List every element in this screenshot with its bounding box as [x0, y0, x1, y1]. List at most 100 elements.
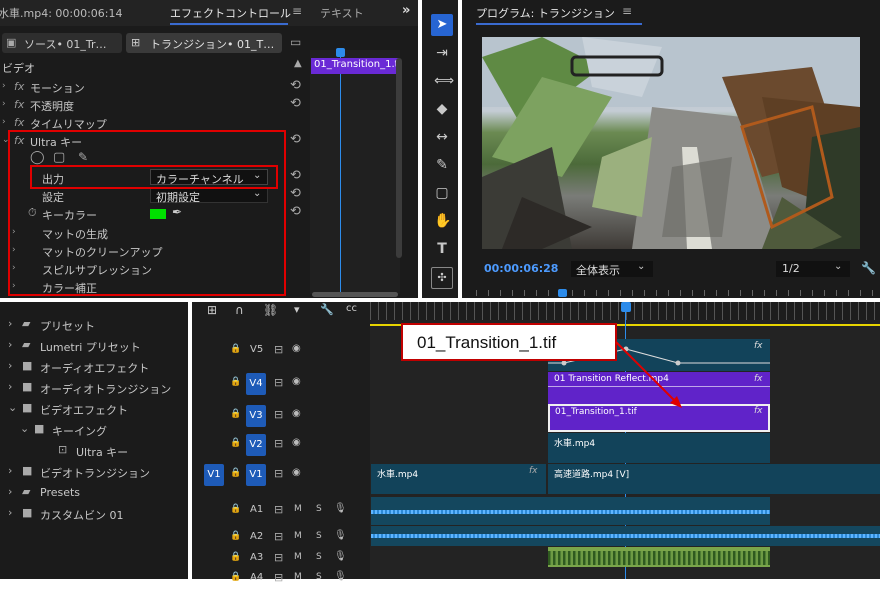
solo-button[interactable]: S — [316, 504, 322, 514]
chevron-right-icon[interactable]: › — [8, 317, 12, 330]
tree-item[interactable]: ⌄ ■ キーイング — [0, 421, 188, 439]
eye-icon[interactable]: ◉ — [292, 376, 301, 387]
source-monitor-tab[interactable]: 水車.mp4: 00:00:06:14 — [0, 5, 123, 21]
zoom-dropdown[interactable]: 全体表示 ⌄ — [571, 261, 653, 277]
tree-item[interactable]: › ▰ Lumetri プリセット — [0, 337, 188, 355]
reset-icon[interactable]: ⟲ — [290, 78, 301, 93]
lock-icon[interactable]: 🔒 — [230, 572, 241, 582]
sequence-clip-selector[interactable]: ⊞ トランジション• 01_T… — [126, 33, 282, 53]
lock-icon[interactable]: 🔒 — [230, 531, 241, 541]
marker-icon[interactable]: ▾ — [294, 303, 300, 316]
clip-v2[interactable]: 水車.mp4 — [548, 433, 770, 463]
eye-icon[interactable]: ◉ — [292, 343, 301, 354]
track-target-button[interactable]: V3 — [246, 405, 266, 427]
eye-icon[interactable]: ◉ — [292, 467, 301, 478]
microphone-icon[interactable]: 🎙 — [334, 571, 347, 582]
sync-lock-icon[interactable]: ⊟ — [274, 437, 283, 450]
track-target-button[interactable]: V4 — [246, 373, 266, 395]
sync-lock-icon[interactable]: ⊟ — [274, 503, 283, 516]
sync-lock-icon[interactable]: ⊟ — [274, 551, 283, 564]
reset-icon[interactable]: ⟲ — [290, 132, 301, 147]
sync-lock-icon[interactable]: ⊟ — [274, 376, 283, 389]
chevron-down-icon[interactable]: ⌄ — [8, 401, 17, 414]
sync-lock-icon[interactable]: ⊟ — [274, 467, 283, 480]
track-target-button[interactable]: V2 — [246, 434, 266, 456]
linked-selection-icon[interactable]: ⛓ — [263, 303, 278, 317]
chevron-right-icon[interactable]: › — [8, 506, 12, 519]
chevron-right-icon[interactable]: › — [8, 464, 12, 477]
track-target-button[interactable]: V1 — [246, 464, 266, 486]
track-target-button[interactable]: A2 — [250, 531, 263, 542]
microphone-icon[interactable]: 🎙 — [334, 530, 347, 541]
track-target-button[interactable]: A3 — [250, 552, 263, 563]
audio-clip-a2[interactable] — [371, 526, 880, 546]
mini-playhead-marker[interactable] — [336, 48, 345, 57]
selection-tool-button[interactable]: ➤ — [431, 14, 453, 36]
mute-button[interactable]: M — [294, 531, 302, 541]
clip-v1-left[interactable]: 水車.mp4 fx — [371, 464, 546, 494]
audio-clip-a3[interactable] — [548, 547, 770, 567]
reset-icon[interactable]: ⟲ — [290, 186, 301, 201]
tree-item[interactable]: › ■ オーディオトランジション — [0, 379, 188, 397]
program-playhead[interactable] — [558, 289, 567, 297]
tree-item[interactable]: › ▰ プリセット — [0, 316, 188, 334]
sync-lock-icon[interactable]: ⊟ — [274, 571, 283, 584]
panel-layout-icon[interactable]: ▭ — [290, 35, 301, 49]
sync-lock-icon[interactable]: ⊟ — [274, 343, 283, 356]
hand-tool-icon[interactable]: ✋ — [434, 213, 451, 229]
track-target-button[interactable]: A1 — [250, 504, 263, 515]
effect-controls-tab[interactable]: エフェクトコントロール — [170, 5, 291, 21]
wrench-icon[interactable]: 🔧 — [320, 303, 334, 316]
wrench-icon[interactable]: 🔧 — [861, 261, 876, 275]
solo-button[interactable]: S — [316, 552, 322, 562]
scrollbar[interactable] — [396, 58, 402, 258]
lock-icon[interactable]: 🔒 — [230, 468, 241, 478]
tree-item[interactable]: › ■ ビデオトランジション — [0, 463, 188, 481]
program-timecode[interactable]: 00:00:06:28 — [484, 262, 558, 275]
ripple-edit-tool-icon[interactable]: ⟺ — [434, 73, 454, 89]
track-select-tool-icon[interactable]: ⇥ — [434, 45, 450, 61]
slip-tool-icon[interactable]: ↔ — [434, 129, 450, 145]
sync-lock-icon[interactable]: ⊟ — [274, 408, 283, 421]
reset-icon[interactable]: ⟲ — [290, 204, 301, 219]
timeline-playhead[interactable] — [621, 302, 631, 312]
tree-item[interactable]: › ■ カスタムビン 01 — [0, 505, 188, 523]
clip-v1-right[interactable]: 高速道路.mp4 [V] — [548, 464, 880, 494]
solo-button[interactable]: S — [316, 572, 322, 582]
chevron-right-icon[interactable]: › — [8, 485, 12, 498]
type-tool-icon[interactable]: T — [434, 241, 450, 257]
lock-icon[interactable]: 🔒 — [230, 438, 241, 448]
source-patch-v1[interactable]: V1 — [204, 464, 224, 486]
menu-icon[interactable]: ≡ — [292, 4, 302, 18]
lock-icon[interactable]: 🔒 — [230, 409, 241, 419]
pen-tool-icon[interactable]: ✎ — [434, 157, 450, 173]
microphone-icon[interactable]: 🎙 — [334, 551, 347, 562]
source-clip-selector[interactable]: ▣ ソース• 01_Tr… — [2, 33, 122, 53]
microphone-icon[interactable]: 🎙 — [334, 503, 347, 514]
solo-button[interactable]: S — [316, 531, 322, 541]
reset-icon[interactable]: ⟲ — [290, 168, 301, 183]
audio-clip-a1[interactable] — [371, 497, 770, 525]
horizontal-scrollbar[interactable] — [312, 292, 398, 297]
chevron-right-icon[interactable]: › — [8, 380, 12, 393]
razor-tool-icon[interactable]: ◆ — [434, 101, 450, 117]
captions-icon[interactable]: cc — [346, 303, 357, 314]
eye-icon[interactable]: ◉ — [292, 437, 301, 448]
tree-item[interactable]: › ■ オーディオエフェクト — [0, 358, 188, 376]
effect-row-opacity[interactable]: › fx 不透明度 ⟲ — [0, 96, 310, 114]
reset-icon[interactable]: ⟲ — [290, 96, 301, 111]
panel-overflow-icon[interactable]: » — [402, 3, 410, 18]
lock-icon[interactable]: 🔒 — [230, 504, 241, 514]
lock-icon[interactable]: 🔒 — [230, 377, 241, 387]
sync-lock-icon[interactable]: ⊟ — [274, 530, 283, 543]
magnet-icon[interactable]: ∩ — [235, 303, 244, 317]
lock-icon[interactable]: 🔒 — [230, 552, 241, 562]
program-time-ruler[interactable] — [476, 290, 874, 296]
chevron-right-icon[interactable]: › — [8, 338, 12, 351]
lock-icon[interactable]: 🔒 — [230, 344, 241, 354]
tree-item[interactable]: › ▰ Presets — [0, 484, 188, 502]
rectangle-tool-icon[interactable]: ▢ — [434, 185, 450, 201]
mute-button[interactable]: M — [294, 552, 302, 562]
track-target-button[interactable]: A4 — [250, 572, 263, 583]
caption-tool-button[interactable]: ✣ — [431, 267, 453, 289]
